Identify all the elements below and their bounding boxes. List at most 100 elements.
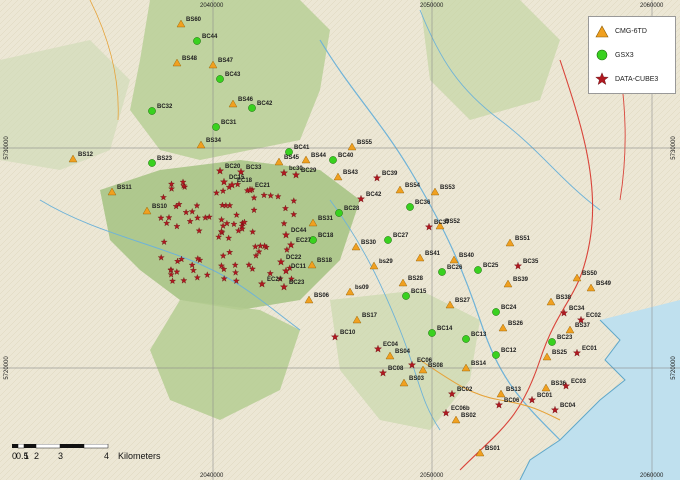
station-label-cmg6td: BS30 xyxy=(361,240,377,246)
station-label-datacube3: EC02 xyxy=(586,313,602,319)
station-label-gsx3: BC15 xyxy=(411,289,427,295)
legend-label-datacube3: DATA-CUBE3 xyxy=(615,75,659,83)
station-label-cmg6td: BS43 xyxy=(343,170,359,176)
station-label-gsx3: BS23 xyxy=(157,156,173,162)
station-label-cmg6td: BS50 xyxy=(582,271,598,277)
station-label-cmg6td: BS46 xyxy=(238,97,254,103)
gsx3-station-marker[interactable] xyxy=(406,203,414,211)
station-label-gsx3: BC26 xyxy=(447,265,463,271)
gsx3-station-marker[interactable] xyxy=(193,37,201,45)
station-label-cmg6td: BS49 xyxy=(596,281,612,287)
station-label-datacube3: DC44 xyxy=(291,228,307,234)
station-label-datacube3: BC01 xyxy=(537,393,553,399)
topographic-map[interactable]: 2040000 2050000 2060000 2040000 2050000 … xyxy=(0,0,680,480)
star-icon xyxy=(593,71,611,87)
gsx3-station-marker[interactable] xyxy=(335,209,343,217)
station-label-cmg6td: BS40 xyxy=(459,253,475,259)
grid-label-y-5730000-right: 5730000 xyxy=(671,136,677,160)
scalebar-tick-2: 2 xyxy=(34,451,39,461)
gsx3-station-marker[interactable] xyxy=(462,335,470,343)
station-label-datacube3: EC27 xyxy=(296,238,312,244)
station-label-datacube3: BC33 xyxy=(246,165,262,171)
station-label-gsx3: BC40 xyxy=(338,153,354,159)
legend-item-gsx3: GSX3 xyxy=(593,47,634,63)
station-label-datacube3: BC10 xyxy=(340,330,356,336)
station-label-cmg6td: bs29 xyxy=(379,259,393,265)
station-label-datacube3: EC03 xyxy=(571,379,587,385)
station-label-cmg6td: BS34 xyxy=(206,138,222,144)
gsx3-station-marker[interactable] xyxy=(216,75,224,83)
station-label-cmg6td: BS13 xyxy=(506,387,522,393)
station-label-datacube3: DC22 xyxy=(286,255,302,261)
station-label-cmg6td: BS53 xyxy=(440,185,456,191)
station-label-cmg6td: bs09 xyxy=(355,285,369,291)
map-view[interactable]: 2040000 2050000 2060000 2040000 2050000 … xyxy=(0,0,680,480)
station-label-gsx3: BC36 xyxy=(415,200,431,206)
station-label-cmg6td: BS12 xyxy=(78,152,94,158)
triangle-icon xyxy=(593,23,611,39)
gsx3-station-marker[interactable] xyxy=(329,156,337,164)
station-label-cmg6td: BS01 xyxy=(485,446,501,452)
station-label-datacube3: BC20 xyxy=(225,164,241,170)
station-label-cmg6td: BS18 xyxy=(317,258,333,264)
station-label-datacube3: BC37 xyxy=(434,220,450,226)
grid-label-y-5720000: 5720000 xyxy=(4,356,10,380)
station-label-datacube3: BC35 xyxy=(523,259,539,265)
grid-label-x-2040000-bottom: 2040000 xyxy=(200,473,224,479)
station-label-cmg6td: BS48 xyxy=(182,56,198,62)
station-label-datacube3: BC04 xyxy=(560,403,576,409)
station-label-gsx3: BC41 xyxy=(294,145,310,151)
gsx3-station-marker[interactable] xyxy=(438,268,446,276)
gsx3-station-marker[interactable] xyxy=(428,329,436,337)
station-label-cmg6td: BS45 xyxy=(284,155,300,161)
map-legend: CMG-6TD GSX3 DATA-CUBE3 xyxy=(588,16,676,94)
station-label-gsx3: BC42 xyxy=(257,101,273,107)
station-label-cmg6td: BS41 xyxy=(425,251,441,257)
legend-label-gsx3: GSX3 xyxy=(615,51,634,59)
station-label-cmg6td: BS44 xyxy=(311,153,327,159)
station-label-gsx3: BC43 xyxy=(225,72,241,78)
station-label-datacube3: EC01 xyxy=(582,346,598,352)
gsx3-station-marker[interactable] xyxy=(548,338,556,346)
station-label-gsx3: BC25 xyxy=(483,263,499,269)
scalebar-tick-1: 1 xyxy=(24,451,29,461)
station-label-cmg6td: BS14 xyxy=(471,361,487,367)
gsx3-station-marker[interactable] xyxy=(492,351,500,359)
grid-label-x-2060000: 2060000 xyxy=(640,3,664,9)
gsx3-station-marker[interactable] xyxy=(148,107,156,115)
gsx3-station-marker[interactable] xyxy=(474,266,482,274)
gsx3-station-marker[interactable] xyxy=(148,159,156,167)
station-label-gsx3: BC28 xyxy=(344,206,360,212)
station-label-datacube3: EC06 xyxy=(417,358,433,364)
scalebar-unit: Kilometers xyxy=(118,451,161,461)
station-label-cmg6td: BS47 xyxy=(218,58,234,64)
station-label-cmg6td: BS04 xyxy=(395,349,411,355)
legend-item-datacube3: DATA-CUBE3 xyxy=(593,71,658,87)
station-label-cmg6td: BS10 xyxy=(152,204,168,210)
gsx3-station-marker[interactable] xyxy=(212,123,220,131)
gsx3-station-marker[interactable] xyxy=(248,104,256,112)
station-label-cmg6td: BS26 xyxy=(508,321,524,327)
grid-label-x-2050000: 2050000 xyxy=(420,3,444,9)
grid-label-y-5730000: 5730000 xyxy=(4,136,10,160)
station-label-cmg6td: BS31 xyxy=(318,216,334,222)
station-label-cmg6td: BS17 xyxy=(362,313,378,319)
grid-label-x-2050000-bottom: 2050000 xyxy=(420,473,444,479)
scale-bar: 0 0.5 1 2 3 4 Kilometers xyxy=(12,444,161,461)
gsx3-station-marker[interactable] xyxy=(492,308,500,316)
gsx3-station-marker[interactable] xyxy=(402,292,410,300)
station-label-datacube3: BC34 xyxy=(569,306,585,312)
station-label-gsx3: BC13 xyxy=(471,332,487,338)
station-label-datacube3: BC39 xyxy=(382,171,398,177)
gsx3-station-marker[interactable] xyxy=(384,236,392,244)
station-label-datacube3: BC29 xyxy=(301,168,317,174)
station-label-cmg6td: BS54 xyxy=(405,183,421,189)
station-label-datacube3: BC02 xyxy=(457,387,473,393)
station-label-datacube3: BC08 xyxy=(388,366,404,372)
station-label-datacube3: EC18 xyxy=(237,178,253,184)
station-label-datacube3: EC06b xyxy=(451,406,470,412)
grid-label-x-2040000: 2040000 xyxy=(200,3,224,9)
station-label-cmg6td: BS37 xyxy=(575,323,591,329)
station-label-cmg6td: BS11 xyxy=(117,185,132,191)
scalebar-tick-3: 3 xyxy=(58,451,63,461)
